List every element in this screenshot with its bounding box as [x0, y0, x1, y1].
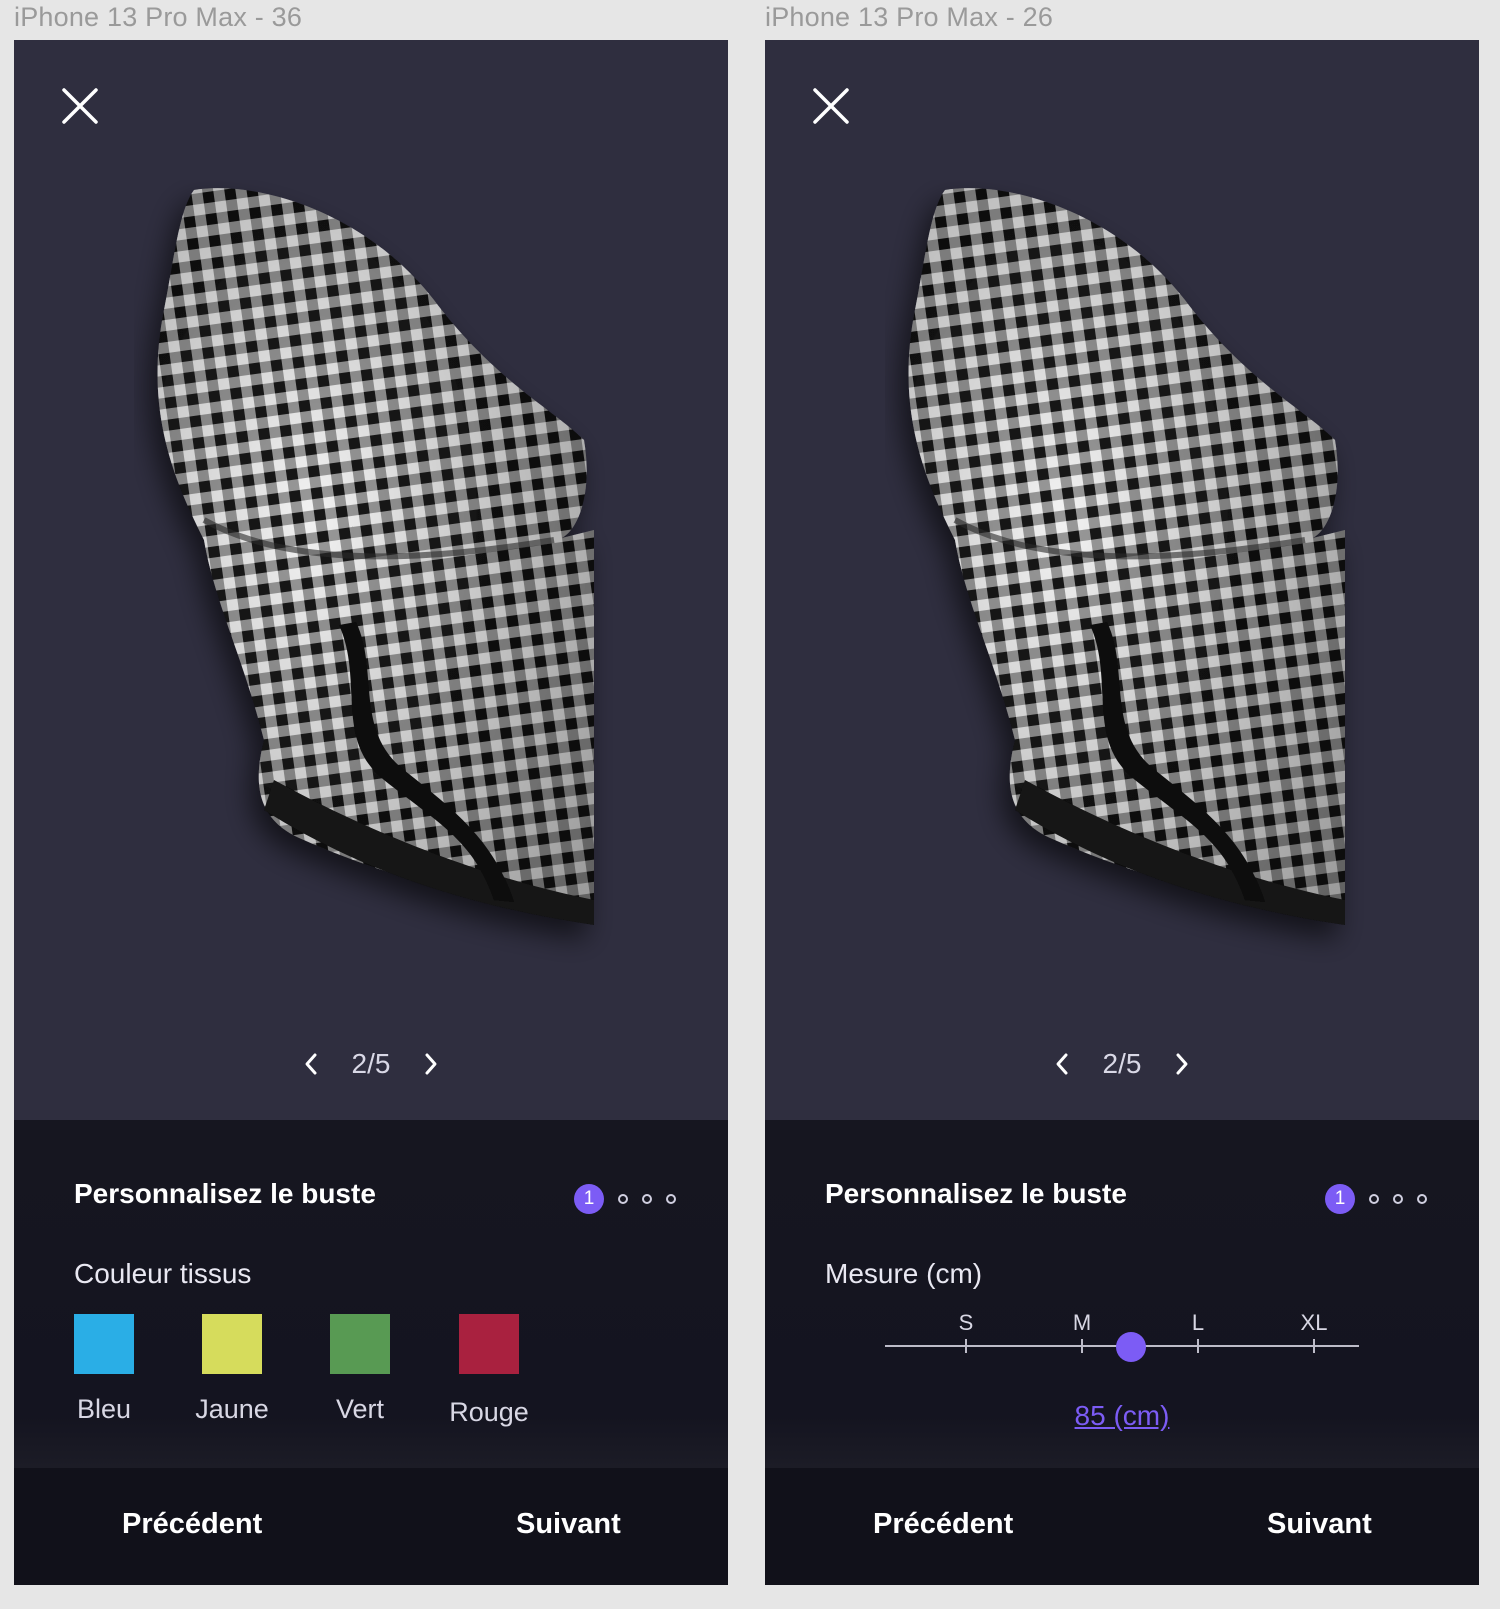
- previous-button[interactable]: Précédent: [122, 1508, 262, 1541]
- image-pager: 2/5: [14, 1044, 728, 1084]
- size-label-m: M: [1072, 1310, 1092, 1335]
- close-icon[interactable]: [60, 86, 100, 126]
- swatch-color[interactable]: [74, 1314, 134, 1374]
- step-dot: [1369, 1194, 1379, 1204]
- swatch-color[interactable]: [459, 1314, 519, 1374]
- swatch-vert[interactable]: Vert: [300, 1314, 420, 1425]
- chevron-left-icon[interactable]: [1050, 1052, 1074, 1076]
- product-viewer: 2/5: [765, 40, 1479, 1120]
- section-label: Mesure (cm): [825, 1258, 983, 1289]
- swatch-color[interactable]: [330, 1314, 390, 1374]
- previous-button[interactable]: Précédent: [873, 1508, 1013, 1541]
- panel-title: Personnalisez le buste: [825, 1178, 1127, 1209]
- step-dot: [1417, 1194, 1427, 1204]
- slider-tick: [965, 1339, 967, 1353]
- step-dot: [618, 1194, 628, 1204]
- slider-tick: [1313, 1339, 1315, 1353]
- size-label-l: L: [1191, 1310, 1205, 1335]
- close-icon[interactable]: [811, 86, 851, 126]
- next-button[interactable]: Suivant: [516, 1508, 621, 1541]
- step-dot: [666, 1194, 676, 1204]
- color-swatches: Bleu Jaune Vert Rouge: [74, 1314, 674, 1454]
- bustier-image: [157, 188, 594, 925]
- step-indicator: 1: [574, 1184, 676, 1214]
- swatch-jaune[interactable]: Jaune: [172, 1314, 292, 1425]
- phone-screen-fabric-color: 2/5 Personnalisez le buste 1 Couleur tis…: [14, 40, 728, 1585]
- step-active: 1: [574, 1184, 604, 1214]
- page-counter: 2/5: [1102, 1048, 1142, 1079]
- swatch-rouge[interactable]: Rouge: [429, 1314, 549, 1428]
- step-dot: [642, 1194, 652, 1204]
- size-label-xl: XL: [1300, 1310, 1328, 1335]
- customize-panel: Personnalisez le buste 1 Couleur tissus …: [14, 1120, 728, 1468]
- chevron-right-icon[interactable]: [419, 1052, 443, 1076]
- image-pager: 2/5: [765, 1044, 1479, 1084]
- next-button[interactable]: Suivant: [1267, 1508, 1372, 1541]
- swatch-label: Vert: [335, 1394, 385, 1424]
- panel-title: Personnalisez le buste: [74, 1178, 376, 1209]
- frame-title: iPhone 13 Pro Max - 26: [765, 2, 1054, 32]
- frame-title: iPhone 13 Pro Max - 36: [14, 2, 303, 32]
- size-slider[interactable]: S M L XL: [885, 1310, 1359, 1370]
- swatch-bleu[interactable]: Bleu: [44, 1314, 164, 1425]
- slider-tick: [1081, 1339, 1083, 1353]
- bustier-image: [908, 188, 1345, 925]
- footer-nav: Précédent Suivant: [765, 1468, 1479, 1585]
- step-indicator: 1: [1325, 1184, 1427, 1214]
- footer-nav: Précédent Suivant: [14, 1468, 728, 1585]
- measure-value-link[interactable]: 85 (cm): [765, 1400, 1479, 1432]
- chevron-right-icon[interactable]: [1170, 1052, 1194, 1076]
- customize-panel: Personnalisez le buste 1 Mesure (cm) S M…: [765, 1120, 1479, 1468]
- product-viewer: 2/5: [14, 40, 728, 1120]
- swatch-label: Bleu: [76, 1394, 132, 1424]
- phone-screen-measure: 2/5 Personnalisez le buste 1 Mesure (cm)…: [765, 40, 1479, 1585]
- swatch-label: Rouge: [449, 1397, 529, 1427]
- chevron-left-icon[interactable]: [299, 1052, 323, 1076]
- swatch-label: Jaune: [195, 1394, 269, 1424]
- slider-tick: [1197, 1339, 1199, 1353]
- page-counter: 2/5: [351, 1048, 391, 1079]
- swatch-color[interactable]: [202, 1314, 262, 1374]
- step-active: 1: [1325, 1184, 1355, 1214]
- step-dot: [1393, 1194, 1403, 1204]
- size-label-s: S: [958, 1310, 974, 1335]
- section-label: Couleur tissus: [74, 1258, 252, 1289]
- slider-thumb[interactable]: [1116, 1332, 1147, 1362]
